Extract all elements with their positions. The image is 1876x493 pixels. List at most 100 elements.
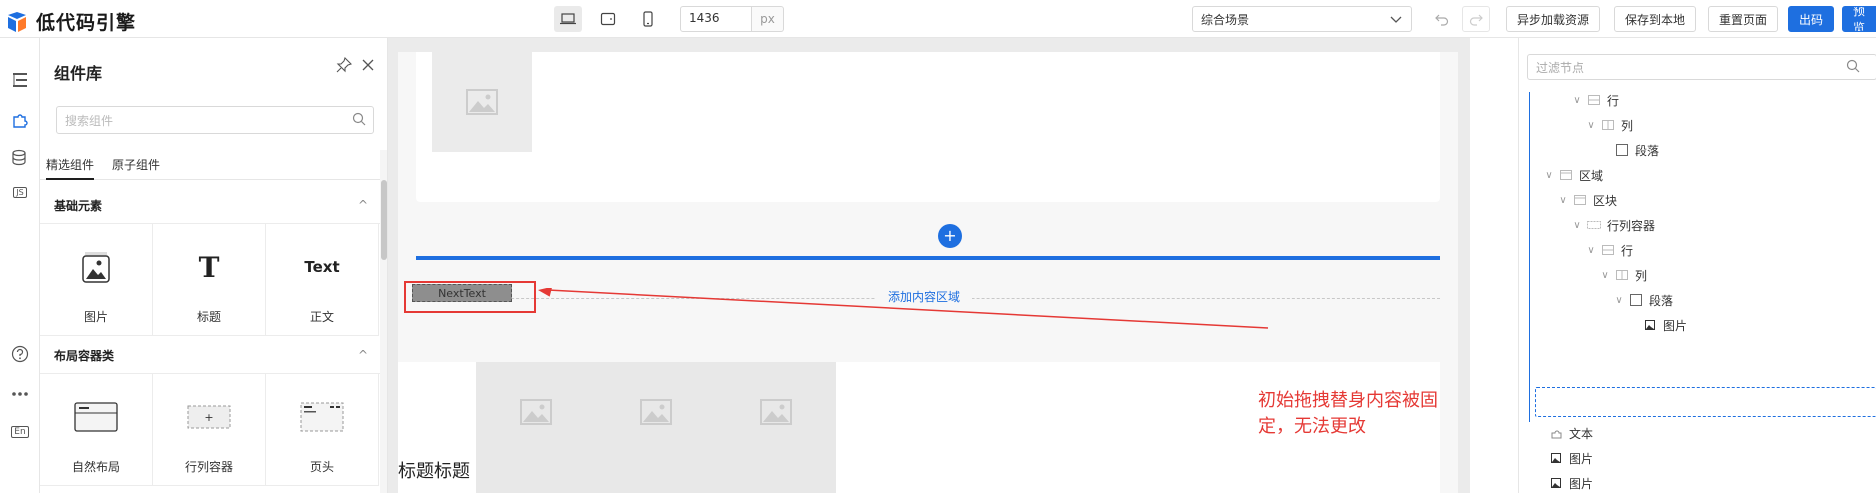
tree-node-paragraph[interactable]: ∨ 段落: [1613, 290, 1673, 310]
node-label: 区域: [1579, 168, 1604, 183]
drag-ghost[interactable]: NextText: [412, 284, 512, 302]
help-button[interactable]: [6, 340, 34, 368]
search-placeholder: 搜索组件: [65, 114, 114, 128]
export-code-button[interactable]: 出码: [1788, 6, 1835, 32]
reset-page-button[interactable]: 重置页面: [1708, 6, 1779, 32]
node-label: 图片: [1569, 476, 1594, 491]
filter-nodes-input[interactable]: 过滤节点: [1527, 54, 1876, 80]
category-label: 基础元素: [54, 199, 103, 213]
annotation-arrow: [538, 288, 1269, 329]
redo-icon: [1469, 14, 1483, 26]
component-text[interactable]: Text 正文: [266, 224, 379, 336]
image-icon: [640, 399, 672, 425]
row-col-icon: +: [187, 405, 231, 429]
language-button[interactable]: En: [6, 418, 34, 446]
tree-guide-line: [1529, 92, 1530, 422]
app-logo: 低代码引擎: [6, 8, 136, 35]
async-load-button[interactable]: 异步加载资源: [1506, 6, 1601, 32]
image-icon: [760, 399, 792, 425]
image-row[interactable]: [476, 362, 836, 493]
image-placeholder[interactable]: [726, 382, 826, 442]
category-label: 布局容器类: [54, 349, 115, 363]
component-label: 页头: [309, 460, 334, 474]
close-icon[interactable]: [360, 57, 376, 73]
image-placeholder[interactable]: [486, 382, 586, 442]
category-layout[interactable]: 布局容器类 ^: [40, 336, 380, 374]
js-editor-tab[interactable]: JS: [6, 178, 34, 206]
component-row-col[interactable]: + 行列容器: [153, 374, 266, 486]
undo-button[interactable]: [1428, 6, 1456, 32]
top-toolbar: 低代码引擎 1436 px 综合场景 异步加载资源 保存到本地 重置页面 出码 …: [0, 0, 1876, 38]
component-library-panel: 组件库 搜索组件 精选组件 原子组件 基础元素 ^ 图片 T 标题 Text 正…: [40, 38, 388, 493]
section-card[interactable]: [416, 52, 1440, 202]
redo-button[interactable]: [1462, 6, 1490, 32]
tree-node-col[interactable]: ∨ 列: [1599, 265, 1647, 285]
logo-text: 低代码引擎: [36, 12, 137, 34]
add-section-button[interactable]: +: [938, 224, 962, 248]
image-icon: [82, 252, 110, 283]
tree-node-text[interactable]: 文本: [1549, 423, 1593, 443]
chevron-up-icon: ^: [357, 198, 368, 212]
more-icon: [12, 392, 28, 396]
chevron-down-icon: ∨: [1601, 269, 1609, 281]
tree-node-row[interactable]: ∨ 行: [1585, 240, 1633, 260]
tree-node-row-col[interactable]: ∨ 行列容器: [1571, 215, 1655, 235]
datasource-tab[interactable]: [6, 144, 34, 172]
canvas-width-input[interactable]: 1436: [680, 6, 752, 32]
tree-node-area[interactable]: ∨ 区域: [1543, 165, 1603, 185]
scene-select[interactable]: 综合场景: [1192, 6, 1412, 32]
tree-node-image[interactable]: 图片: [1643, 315, 1687, 335]
tree-node-paragraph[interactable]: 段落: [1615, 140, 1659, 160]
outline-tab[interactable]: [6, 66, 34, 94]
canvas-width-unit: px: [752, 6, 784, 32]
plus-icon: +: [943, 226, 957, 245]
category-basic[interactable]: 基础元素 ^: [40, 186, 380, 224]
component-image[interactable]: 图片: [40, 224, 153, 336]
tree-node-image[interactable]: 图片: [1549, 473, 1593, 493]
component-library-tab[interactable]: [6, 106, 34, 134]
mobile-icon: [643, 11, 653, 27]
component-page-header[interactable]: 页头: [266, 374, 379, 486]
paragraph-icon: [1615, 144, 1629, 156]
image-placeholder[interactable]: [432, 52, 532, 152]
outline-panel: 过滤节点 ∨ 行 ∨ 列 段落 ∨ 区域 ∨ 区块 ∨ 行列容器 ∨ 行 ∨ 列: [1518, 38, 1876, 493]
component-free-layout[interactable]: 自然布局: [40, 374, 153, 486]
tab-atomic[interactable]: 原子组件: [112, 148, 160, 180]
image-icon: [520, 399, 552, 425]
js-icon: JS: [13, 186, 27, 198]
component-search-input[interactable]: 搜索组件: [56, 106, 374, 134]
node-label: 列: [1635, 268, 1648, 283]
tab-featured[interactable]: 精选组件: [46, 148, 95, 180]
tree-node-image[interactable]: 图片: [1549, 448, 1593, 468]
tree-node-row[interactable]: ∨ 行: [1571, 90, 1619, 110]
more-button[interactable]: [6, 380, 34, 408]
node-label: 段落: [1635, 143, 1660, 158]
row-icon: [1601, 244, 1615, 256]
drop-target-placeholder: [1535, 387, 1876, 417]
mobile-view-button[interactable]: [634, 6, 662, 32]
outline-icon: [13, 73, 27, 87]
annotation-text: 初始拖拽替身内容被固定，无法更改: [1258, 390, 1438, 437]
undo-icon: [1435, 14, 1449, 26]
component-title[interactable]: T 标题: [153, 224, 266, 336]
preview-button[interactable]: 预览: [1842, 6, 1876, 32]
node-label: 列: [1621, 118, 1634, 133]
tree-node-block[interactable]: ∨ 区块: [1557, 190, 1617, 210]
design-canvas[interactable]: + 添加内容区域 NextText 标题标题 初始拖拽替身内容被固定，无法更改: [398, 52, 1458, 493]
desktop-view-button[interactable]: [554, 6, 582, 32]
filter-placeholder: 过滤节点: [1536, 61, 1585, 75]
tree-node-col[interactable]: ∨ 列: [1585, 115, 1633, 135]
image-icon: [466, 89, 498, 115]
component-label: 自然布局: [71, 460, 120, 474]
pin-icon[interactable]: [336, 57, 352, 73]
tablet-view-button[interactable]: [594, 6, 622, 32]
library-scrollbar[interactable]: [380, 150, 387, 493]
save-local-button[interactable]: 保存到本地: [1614, 6, 1697, 32]
canvas-title-text[interactable]: 标题标题: [398, 457, 470, 483]
component-icon: [13, 114, 28, 128]
image-placeholder[interactable]: [606, 382, 706, 442]
datasource-icon: [12, 149, 26, 166]
chevron-down-icon: ∨: [1573, 219, 1581, 231]
node-label: 行: [1621, 243, 1634, 258]
scrollbar-thumb[interactable]: [381, 180, 387, 260]
